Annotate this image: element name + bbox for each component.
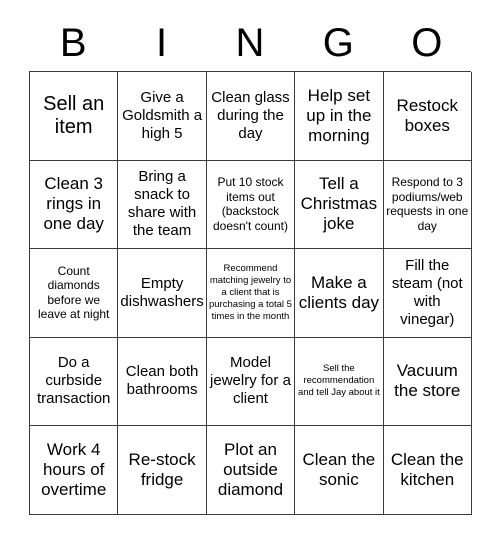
bingo-row: Do a curbside transaction Clean both bat… xyxy=(30,337,472,426)
bingo-cell-label: Clean 3 rings in one day xyxy=(43,174,104,234)
bingo-cell-label: Sell the recommendation and tell Jay abo… xyxy=(297,363,380,399)
bingo-cell[interactable]: Do a curbside transaction xyxy=(30,337,119,426)
bingo-cell-label: Clean glass during the day xyxy=(211,88,290,142)
bingo-cell[interactable]: Help set up in the morning xyxy=(295,72,384,161)
bingo-cell[interactable]: Work 4 hours of overtime xyxy=(30,426,119,515)
bingo-cell-label: Bring a snack to share with the team xyxy=(127,168,197,240)
bingo-row: Work 4 hours of overtime Re-stock fridge… xyxy=(30,426,472,515)
bingo-cell[interactable]: Put 10 stock items out (backstock doesn'… xyxy=(206,160,296,249)
bingo-cell[interactable]: Re-stock fridge xyxy=(118,426,207,515)
bingo-header-letter-n: N xyxy=(235,20,265,65)
bingo-cell[interactable]: Make a clients day xyxy=(295,249,384,338)
bingo-cell-label: Count diamonds before we leave at night xyxy=(38,263,110,322)
bingo-cell[interactable]: Model jewelry for a client xyxy=(206,337,296,426)
bingo-cell[interactable]: Fill the steam (not with vinegar) xyxy=(383,249,472,338)
bingo-cell-label: Clean the sonic xyxy=(302,449,376,489)
bingo-header-row: B I N G O xyxy=(29,14,471,71)
bingo-cell[interactable]: Count diamonds before we leave at night xyxy=(30,249,119,338)
bingo-cell-label: Restock boxes xyxy=(396,95,458,135)
bingo-cell-label: Make a clients day xyxy=(298,272,380,312)
bingo-header-letter-i: I xyxy=(156,20,168,65)
bingo-header-letter-o: O xyxy=(411,20,443,65)
bingo-cell[interactable]: Vacuum the store xyxy=(383,337,472,426)
bingo-cell-label: Tell a Christmas joke xyxy=(300,174,378,234)
bingo-row: Count diamonds before we leave at night … xyxy=(30,249,472,338)
bingo-cell[interactable]: Tell a Christmas joke xyxy=(295,160,384,249)
bingo-cell-label: Clean both bathrooms xyxy=(125,363,199,399)
bingo-cell-label: Give a Goldsmith a high 5 xyxy=(122,88,203,142)
bingo-cell-label: Recommend matching jewelry to a client t… xyxy=(209,262,292,322)
bingo-header-letter-b: B xyxy=(59,20,87,65)
bingo-row: Clean 3 rings in one day Bring a snack t… xyxy=(30,160,472,249)
bingo-grid: Sell an item Give a Goldsmith a high 5 C… xyxy=(29,71,472,515)
bingo-cell[interactable]: Clean the kitchen xyxy=(383,426,472,515)
bingo-cell[interactable]: Clean glass during the day xyxy=(206,72,296,161)
bingo-cell[interactable]: Clean 3 rings in one day xyxy=(30,160,119,249)
bingo-header-letter-g: G xyxy=(322,20,354,65)
bingo-cell-label: Re-stock fridge xyxy=(128,449,196,489)
bingo-cell-label: Respond to 3 podiums/web requests in one… xyxy=(386,175,469,233)
bingo-cell-label: Sell an item xyxy=(43,92,105,138)
bingo-cell-label: Work 4 hours of overtime xyxy=(41,439,107,499)
bingo-cell[interactable]: Give a Goldsmith a high 5 xyxy=(118,72,207,161)
bingo-cell-label: Empty dishwashers xyxy=(120,274,204,310)
bingo-cell[interactable]: Restock boxes xyxy=(383,72,472,161)
bingo-cell[interactable]: Recommend matching jewelry to a client t… xyxy=(206,249,296,338)
bingo-row: Sell an item Give a Goldsmith a high 5 C… xyxy=(30,72,472,161)
bingo-cell[interactable]: Respond to 3 podiums/web requests in one… xyxy=(383,160,472,249)
bingo-cell-label: Model jewelry for a client xyxy=(210,354,291,408)
bingo-cell-label: Put 10 stock items out (backstock doesn'… xyxy=(212,175,288,233)
bingo-cell-label: Do a curbside transaction xyxy=(37,354,111,408)
bingo-cell[interactable]: Sell an item xyxy=(30,72,119,161)
bingo-cell[interactable]: Clean the sonic xyxy=(295,426,384,515)
bingo-cell[interactable]: Bring a snack to share with the team xyxy=(118,160,207,249)
bingo-cell-label: Vacuum the store xyxy=(394,361,461,401)
bingo-cell[interactable]: Clean both bathrooms xyxy=(118,337,207,426)
bingo-cell[interactable]: Plot an outside diamond xyxy=(206,426,296,515)
bingo-cell-label: Plot an outside diamond xyxy=(217,439,284,499)
bingo-cell-label: Clean the kitchen xyxy=(390,449,464,489)
bingo-cell[interactable]: Sell the recommendation and tell Jay abo… xyxy=(295,337,384,426)
bingo-cell-label: Help set up in the morning xyxy=(306,85,372,145)
bingo-cell[interactable]: Empty dishwashers xyxy=(118,249,207,338)
bingo-card: B I N G O Sell an item Give a Goldsmith … xyxy=(29,14,472,515)
bingo-cell-label: Fill the steam (not with vinegar) xyxy=(391,256,463,328)
